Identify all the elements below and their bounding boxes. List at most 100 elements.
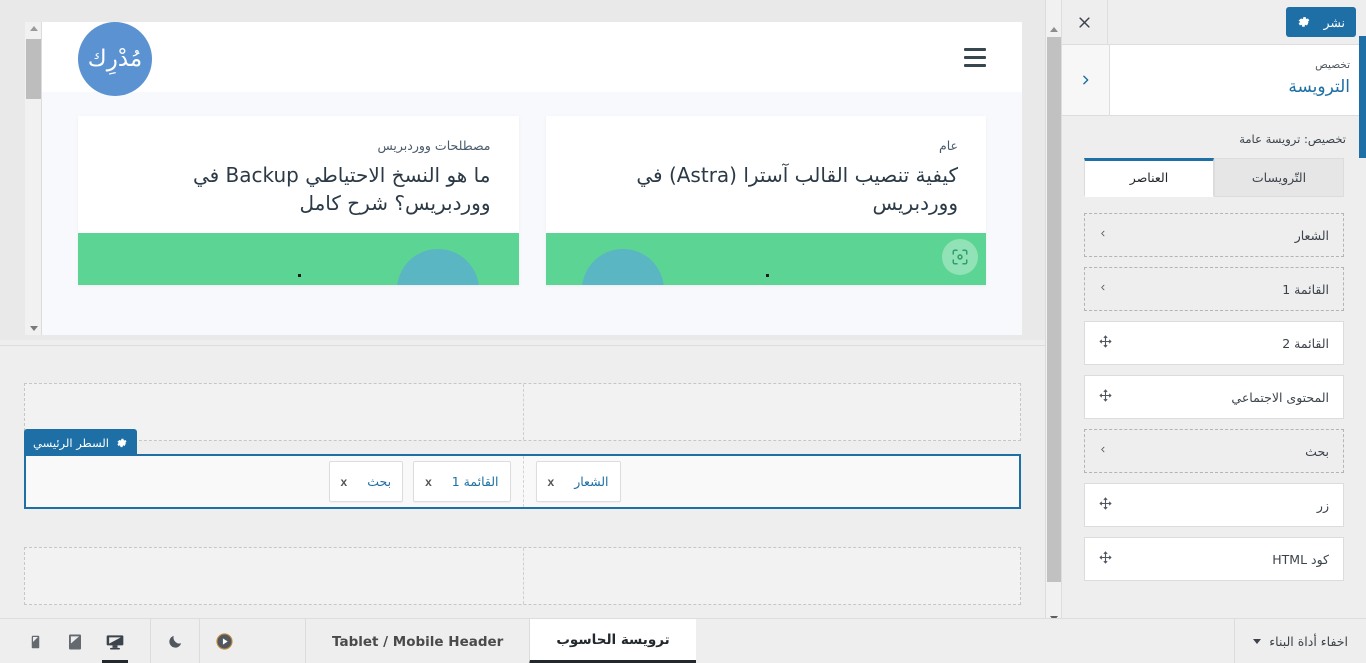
element-item-social[interactable]: المحتوى الاجتماعي [1084, 375, 1344, 419]
hamburger-menu-icon[interactable] [964, 47, 986, 67]
site-logo[interactable]: مُدْرِك [78, 22, 152, 96]
element-item-menu-1[interactable]: القائمة 1 [1084, 267, 1344, 311]
builder-item-logo[interactable]: الشعار x [535, 461, 621, 502]
elements-list: الشعار القائمة 1 القائمة 2 المحتوى الاجت… [1062, 197, 1366, 581]
thumbnail-blob [396, 249, 479, 286]
builder-row-main-label: السطر الرئيسي [33, 435, 109, 450]
move-icon[interactable] [1099, 389, 1112, 405]
panel-header-text: تخصيص الترويسة [1110, 45, 1366, 115]
moon-icon[interactable] [151, 619, 199, 663]
article-thumbnail [78, 233, 519, 286]
element-item-label: كود HTML [1272, 551, 1329, 567]
builder-row-main[interactable]: السطر الرئيسي الشعار x القائمة 1 x بحث x [24, 429, 1021, 509]
builder-row-main-start[interactable]: القائمة 1 x بحث x [26, 456, 523, 507]
article-card[interactable]: عام كيفية تنصيب القالب آسترا (Astra) في … [545, 116, 986, 286]
element-item-label: الشعار [1294, 227, 1329, 243]
move-icon[interactable] [1099, 551, 1112, 567]
move-icon[interactable] [1099, 497, 1112, 513]
element-item-label: المحتوى الاجتماعي [1231, 389, 1329, 405]
play-circle-icon[interactable] [200, 619, 248, 663]
panel-scrollbar-thumb[interactable] [1359, 36, 1366, 158]
tab-elements-label: العناصر [1129, 170, 1169, 185]
element-item-button[interactable]: زر [1084, 483, 1344, 527]
bottom-toolbar: اخفاء أداة البناء ترويسة الحاسوب Tablet … [0, 618, 1366, 663]
bottom-toolbar-right [0, 619, 305, 663]
builder-row-main-tab[interactable]: السطر الرئيسي [24, 429, 137, 456]
builder-item-menu-1[interactable]: القائمة 1 x [413, 461, 511, 502]
chevron-left-icon [1099, 281, 1107, 298]
element-item-search[interactable]: بحث [1084, 429, 1344, 473]
builder-row-bottom-end[interactable] [522, 548, 1021, 604]
page-scrollbar[interactable] [1045, 0, 1061, 663]
builder-row-bottom-start[interactable] [25, 548, 523, 604]
remove-icon[interactable]: x [548, 475, 555, 489]
hide-builder-button[interactable]: اخفاء أداة البناء [1234, 619, 1366, 663]
element-item-menu-2[interactable]: القائمة 2 [1084, 321, 1344, 365]
remove-icon[interactable]: x [341, 475, 348, 489]
customizer-panel: نشر تخصيص الترويسة تخصيص: ترويسة عامة ال… [1061, 0, 1366, 618]
desktop-icon[interactable] [98, 619, 132, 663]
gear-icon [117, 438, 127, 447]
element-item-logo[interactable]: الشعار [1084, 213, 1344, 257]
article-cards-row: عام كيفية تنصيب القالب آسترا (Astra) في … [42, 92, 1022, 286]
article-category: عام [938, 138, 958, 153]
article-category: مصطلحات ووردبريس [377, 138, 491, 153]
tab-desktop-header[interactable]: ترويسة الحاسوب [529, 619, 696, 663]
site-preview-region: مُدْرِك عام كيفية تنصيب القالب آسترا (As… [0, 0, 1045, 340]
tab-tablet-mobile-header-label: Tablet / Mobile Header [332, 633, 504, 650]
gear-icon [1299, 17, 1310, 27]
page-scrollbar-thumb[interactable] [1047, 37, 1061, 582]
tab-tablet-mobile-header[interactable]: Tablet / Mobile Header [305, 619, 529, 663]
panel-eyebrow: تخصيص [1315, 59, 1350, 71]
panel-scrollbar[interactable] [1359, 0, 1366, 618]
builder-row-top[interactable] [24, 383, 1021, 441]
scroll-down-arrow[interactable] [25, 322, 42, 335]
article-card-body: مصطلحات ووردبريس ما هو النسخ الاحتياطي B… [78, 116, 519, 233]
tab-elements[interactable]: العناصر [1084, 158, 1214, 197]
mobile-icon[interactable] [18, 619, 52, 663]
builder-row-main-end[interactable]: الشعار x [522, 456, 1020, 507]
site-preview-frame[interactable]: مُدْرِك عام كيفية تنصيب القالب آسترا (As… [42, 22, 1022, 335]
thumbnail-blob [581, 249, 664, 286]
publish-button-label: نشر [1323, 15, 1345, 30]
scroll-up-arrow[interactable] [25, 22, 42, 35]
page-title: الترويسة [1288, 76, 1350, 97]
move-icon[interactable] [1099, 335, 1112, 351]
builder-item-label: الشعار [574, 474, 609, 489]
element-item-label: زر [1316, 497, 1329, 513]
publish-button[interactable]: نشر [1286, 7, 1356, 37]
tab-headers-label: التّرويسات [1251, 170, 1307, 185]
article-title: ما هو النسخ الاحتياطي Backup في ووردبريس… [192, 163, 491, 215]
preview-scrollbar[interactable] [25, 22, 42, 335]
thumbnail-dot [765, 274, 769, 278]
builder-item-search[interactable]: بحث x [328, 461, 404, 502]
customizer-screen: مُدْرِك عام كيفية تنصيب القالب آسترا (As… [0, 0, 1366, 663]
article-thumbnail [545, 233, 986, 286]
tablet-icon[interactable] [58, 619, 92, 663]
header-device-tabs: ترويسة الحاسوب Tablet / Mobile Header [305, 619, 696, 663]
site-header: مُدْرِك [42, 22, 1022, 96]
preview-and-builder-area: مُدْرِك عام كيفية تنصيب القالب آسترا (As… [0, 0, 1061, 663]
builder-row-top-end[interactable] [522, 384, 1021, 440]
chevron-right-icon[interactable] [1062, 45, 1110, 115]
close-icon[interactable] [1062, 0, 1108, 45]
scrollbar-thumb[interactable] [26, 39, 41, 99]
element-item-label: بحث [1305, 443, 1329, 459]
builder-row-bottom[interactable] [24, 547, 1021, 605]
tab-headers[interactable]: التّرويسات [1214, 158, 1344, 197]
page-scroll-up-arrow[interactable] [1046, 21, 1062, 37]
image-placeholder-icon [942, 239, 978, 276]
site-logo-text: مُدْرِك [87, 46, 143, 72]
element-item-html[interactable]: كود HTML [1084, 537, 1344, 581]
element-item-label: القائمة 1 [1282, 281, 1329, 297]
chevron-left-icon [1099, 227, 1107, 244]
remove-icon[interactable]: x [425, 475, 432, 489]
builder-item-label: بحث [367, 474, 392, 489]
element-item-label: القائمة 2 [1282, 335, 1329, 351]
builder-item-label: القائمة 1 [451, 474, 499, 489]
chevron-down-icon [1253, 639, 1262, 644]
article-title: كيفية تنصيب القالب آسترا (Astra) في وورد… [636, 163, 958, 215]
chevron-left-icon [1099, 443, 1107, 460]
tab-desktop-header-label: ترويسة الحاسوب [556, 631, 670, 648]
article-card[interactable]: مصطلحات ووردبريس ما هو النسخ الاحتياطي B… [78, 116, 519, 286]
